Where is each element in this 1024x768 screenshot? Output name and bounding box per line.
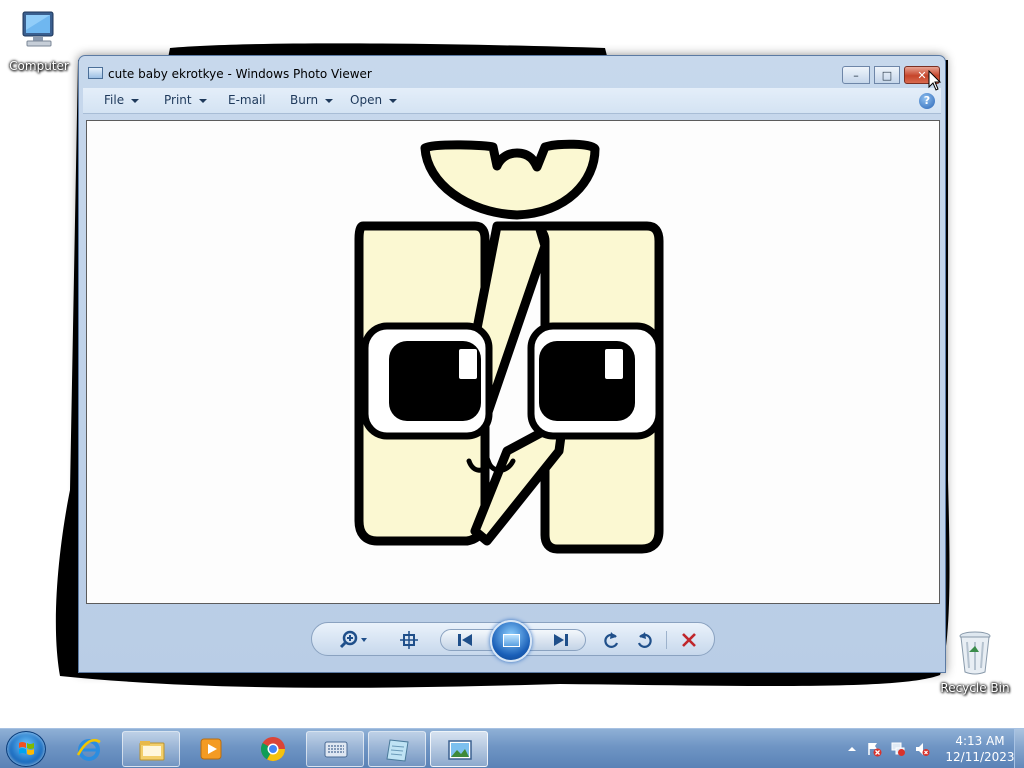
rotate-counterclockwise-button[interactable] (598, 623, 624, 657)
next-button[interactable] (544, 623, 578, 657)
toolbar-separator (666, 631, 667, 649)
desktop-icon-label: Computer (9, 59, 69, 73)
command-bar: File Print E-mail Burn Open ? (83, 88, 941, 114)
navigation-toolbar (311, 620, 715, 662)
window-title: cute baby ekrotkye - Windows Photo Viewe… (108, 67, 372, 81)
taskbar-media-player[interactable] (182, 731, 240, 767)
displayed-image (354, 139, 664, 554)
desktop-icon-label: Recycle Bin (940, 681, 1010, 695)
menu-label: Burn (290, 93, 319, 107)
minimize-icon: – (853, 69, 859, 82)
volume-muted-icon[interactable] (914, 741, 930, 757)
photo-viewer-title-icon (88, 67, 103, 79)
notepad-icon (386, 739, 409, 762)
desktop-icon-computer[interactable]: Computer (4, 10, 74, 73)
zoom-icon (339, 630, 367, 649)
zoom-button[interactable] (334, 623, 374, 657)
title-bar[interactable]: cute baby ekrotkye - Windows Photo Viewe… (79, 56, 945, 90)
menu-file[interactable]: File (104, 88, 140, 114)
show-desktop-button[interactable] (1014, 729, 1024, 768)
previous-button[interactable] (448, 623, 482, 657)
menu-label: E-mail (228, 93, 266, 107)
photo-viewer-window: cute baby ekrotkye - Windows Photo Viewe… (78, 55, 946, 673)
chevron-down-icon (389, 98, 398, 103)
next-icon (554, 634, 568, 646)
menu-label: File (104, 93, 125, 107)
chevron-down-icon (198, 98, 207, 103)
minimize-button[interactable]: – (842, 66, 870, 84)
taskbar-internet-explorer[interactable] (60, 731, 118, 767)
slideshow-button[interactable] (490, 620, 532, 662)
internet-explorer-icon (76, 738, 101, 761)
system-tray: 4:13 AM 12/11/2023 (840, 729, 1024, 768)
taskbar: 4:13 AM 12/11/2023 (0, 728, 1024, 768)
chevron-down-icon (131, 98, 140, 103)
taskbar-on-screen-keyboard[interactable] (306, 731, 364, 767)
media-player-icon (200, 738, 222, 760)
menu-label: Print (164, 93, 192, 107)
clock-time[interactable]: 4:13 AM (940, 734, 1020, 748)
maximize-icon: □ (881, 69, 893, 82)
previous-icon (458, 634, 472, 646)
taskbar-chrome[interactable] (244, 731, 302, 767)
taskbar-photo-viewer[interactable] (430, 731, 488, 767)
menu-label: Open (350, 93, 383, 107)
menu-print[interactable]: Print (164, 88, 207, 114)
photo-viewer-icon (448, 740, 472, 760)
delete-icon (682, 633, 696, 647)
actual-size-icon (400, 631, 418, 649)
slideshow-icon (503, 634, 520, 647)
computer-icon (22, 11, 54, 47)
actual-size-button[interactable] (396, 623, 422, 657)
rotate-counterclockwise-icon (604, 632, 619, 648)
show-hidden-icons-chevron[interactable] (844, 741, 860, 757)
menu-open[interactable]: Open (350, 88, 398, 114)
help-button[interactable]: ? (919, 93, 935, 109)
image-viewport[interactable] (86, 120, 940, 604)
chevron-down-icon (325, 98, 334, 103)
menu-email[interactable]: E-mail (228, 88, 266, 114)
network-icon[interactable] (890, 741, 906, 757)
taskbar-windows-explorer[interactable] (122, 731, 180, 767)
action-center-icon[interactable] (866, 741, 882, 757)
start-button[interactable] (6, 731, 46, 767)
maximize-button[interactable]: □ (874, 66, 900, 84)
chrome-icon (260, 737, 285, 762)
mouse-cursor (928, 70, 942, 91)
delete-button[interactable] (674, 623, 704, 657)
windows-logo-icon (19, 742, 34, 755)
recycle-bin-icon (959, 631, 991, 675)
clock-date[interactable]: 12/11/2023 (940, 750, 1020, 764)
rotate-clockwise-icon (637, 632, 652, 648)
on-screen-keyboard-icon (324, 741, 348, 758)
menu-burn[interactable]: Burn (290, 88, 334, 114)
windows-explorer-icon (139, 741, 165, 761)
desktop-icon-recycle-bin[interactable]: Recycle Bin (940, 630, 1010, 695)
taskbar-notepad[interactable] (368, 731, 426, 767)
rotate-clockwise-button[interactable] (632, 623, 658, 657)
